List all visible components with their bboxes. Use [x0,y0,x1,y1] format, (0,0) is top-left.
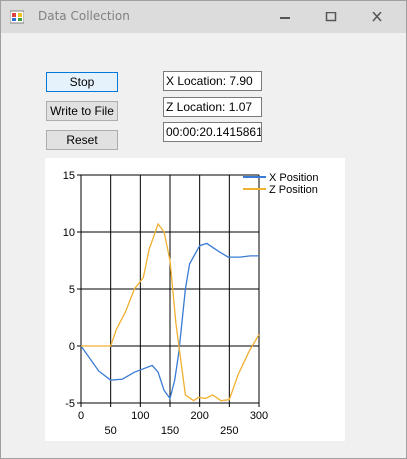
legend-label: X Position [269,172,319,184]
elapsed-time-field[interactable]: 00:00:20.1415861 [163,122,262,142]
write-to-file-button[interactable]: Write to File [46,101,118,121]
chart-svg: 151050-50 100 200 30050 150 250 X PositionZ P… [63,170,319,437]
maximize-button[interactable] [308,1,354,33]
z-location-field[interactable]: Z Location: 1.07 [163,97,262,117]
title-bar[interactable]: Data Collection [1,1,406,33]
x-location-field[interactable]: X Location: 7.90 [163,71,262,91]
y-tick-label: -5 [65,398,75,410]
x-tick-label: 250 [220,425,238,437]
stop-button[interactable]: Stop [46,72,118,92]
legend-label: Z Position [269,184,318,196]
position-chart: 15 10 5 0 -5 0 100 200 300 50 150 250 X Position Z P… [45,158,345,441]
x-tick-label: 300 [250,410,268,422]
minimize-button[interactable] [262,1,308,33]
window-title: Data Collection [38,9,130,23]
y-tick-label: 5 [69,284,75,296]
app-icon [10,10,24,24]
x-tick-label: 0 [78,410,84,422]
x-tick-label: 50 [105,425,117,437]
maximize-icon [325,12,337,22]
close-icon [372,12,382,22]
main-window: Data Collection Stop Write to File Reset… [0,0,407,459]
x-tick-label: 150 [161,425,179,437]
minimize-icon [280,17,290,19]
close-button[interactable] [354,1,400,33]
y-tick-label: 10 [63,227,75,239]
reset-button[interactable]: Reset [46,130,118,150]
x-tick-label: 200 [190,410,208,422]
y-tick-label: 15 [63,170,75,182]
x-tick-label: 100 [131,410,149,422]
y-tick-label: 0 [69,341,75,353]
